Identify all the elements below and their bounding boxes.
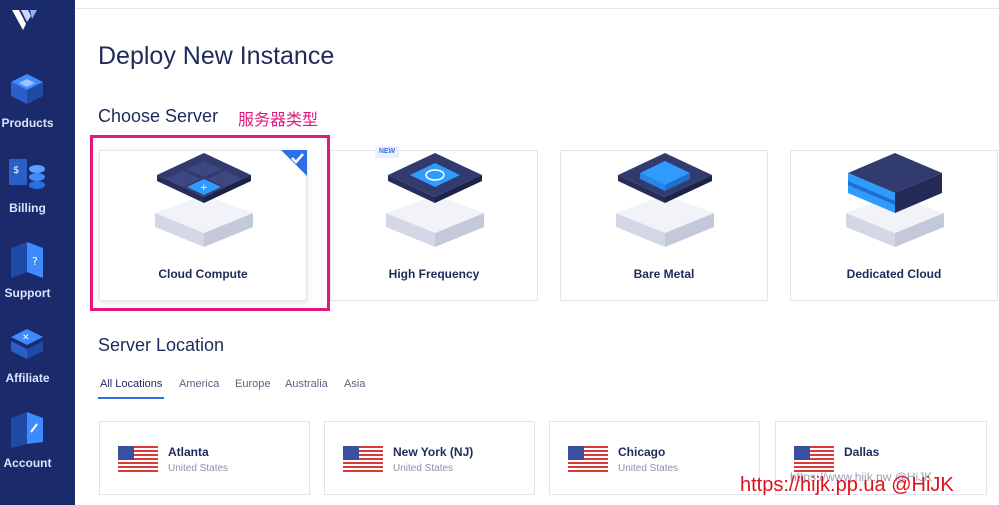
server-location-heading: Server Location: [98, 335, 225, 355]
sidebar: Products $ Billing ? Support ✕ Affiliate: [0, 0, 75, 505]
vultr-logo[interactable]: [10, 6, 42, 38]
location-chicago[interactable]: Chicago United States: [549, 421, 760, 495]
sidebar-item-label: Billing: [9, 201, 46, 215]
server-type-annotation: 服务器类型: [238, 112, 319, 129]
selected-check-icon: [281, 150, 307, 176]
page-title: Deploy New Instance: [98, 42, 335, 70]
affiliate-icon: ✕: [11, 329, 43, 359]
new-badge: NEW: [375, 146, 399, 158]
location-new-york[interactable]: New York (NJ) United States: [324, 421, 535, 495]
dedicated-cloud-icon: [846, 153, 944, 247]
tab-australia[interactable]: Australia: [285, 378, 328, 390]
sidebar-item-account[interactable]: Account: [0, 410, 75, 490]
location-country: United States: [618, 463, 679, 474]
cloud-compute-icon: +: [155, 153, 253, 247]
server-option-label: High Frequency: [388, 267, 480, 281]
us-flag-icon: [343, 446, 383, 472]
account-icon: [11, 412, 43, 448]
active-tab-indicator: [98, 397, 164, 399]
billing-icon: $: [9, 159, 45, 189]
topbar-divider: [75, 8, 999, 9]
svg-text:✕: ✕: [22, 333, 30, 343]
sidebar-item-label: Products: [1, 116, 54, 130]
server-option-cloud-compute[interactable]: + Cloud Compute: [99, 150, 307, 301]
high-frequency-icon: [386, 153, 484, 247]
sidebar-item-label: Account: [3, 456, 52, 470]
bare-metal-icon: [616, 153, 714, 247]
support-icon: ?: [11, 242, 43, 278]
svg-text:+: +: [200, 183, 208, 193]
location-city: Atlanta: [168, 445, 209, 459]
svg-text:?: ?: [32, 255, 38, 268]
server-option-label: Dedicated Cloud: [846, 267, 942, 281]
us-flag-icon: [118, 446, 158, 472]
sidebar-item-billing[interactable]: $ Billing: [0, 155, 75, 235]
svg-text:$: $: [13, 165, 19, 176]
products-icon: [11, 74, 43, 104]
tab-america[interactable]: America: [179, 378, 219, 390]
us-flag-icon: [568, 446, 608, 472]
server-option-label: Bare Metal: [633, 267, 695, 281]
location-city: Dallas: [844, 445, 880, 459]
sidebar-item-affiliate[interactable]: ✕ Affiliate: [0, 325, 75, 405]
watermark-red: https://hijk.pp.ua @HiJK: [740, 474, 954, 496]
location-atlanta[interactable]: Atlanta United States: [99, 421, 310, 495]
location-country: United States: [393, 463, 454, 474]
tab-all-locations[interactable]: All Locations: [100, 378, 162, 390]
server-option-high-frequency[interactable]: High Frequency: [330, 150, 538, 301]
server-option-bare-metal[interactable]: Bare Metal: [560, 150, 768, 301]
location-country: United States: [168, 463, 229, 474]
sidebar-item-label: Support: [4, 286, 51, 300]
choose-server-heading: Choose Server: [98, 106, 219, 126]
server-option-label: Cloud Compute: [158, 267, 248, 281]
us-flag-icon: [794, 446, 834, 472]
sidebar-item-label: Affiliate: [5, 371, 50, 385]
server-option-dedicated-cloud[interactable]: Dedicated Cloud: [790, 150, 998, 301]
location-city: Chicago: [618, 445, 666, 459]
sidebar-item-products[interactable]: Products: [0, 70, 75, 150]
tab-asia[interactable]: Asia: [344, 378, 365, 390]
sidebar-item-support[interactable]: ? Support: [0, 240, 75, 320]
location-city: New York (NJ): [393, 445, 474, 459]
tab-europe[interactable]: Europe: [235, 378, 270, 390]
